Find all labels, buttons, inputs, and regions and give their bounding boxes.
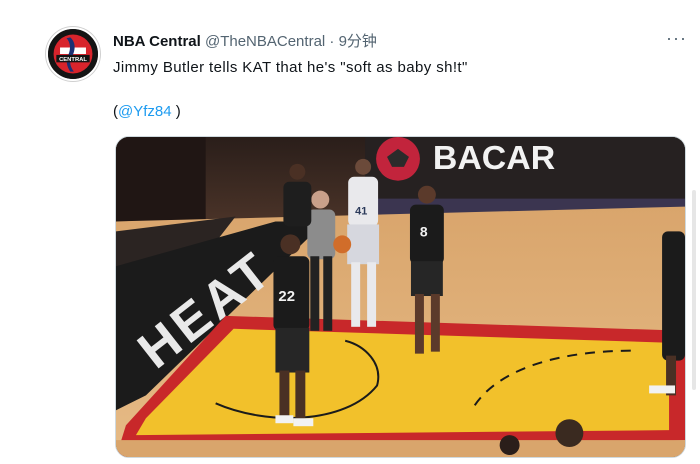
avatar-logo-text: CENTRAL [59, 57, 87, 63]
mention-link[interactable]: @Yfz84 [118, 103, 172, 120]
author-name[interactable]: NBA Central [113, 33, 201, 50]
header-separator: · [329, 33, 335, 50]
jersey-number-22: 22 [278, 288, 295, 305]
basketball-icon [333, 235, 352, 254]
tweet-timestamp[interactable]: 9分钟 [339, 33, 377, 50]
tweet-header: NBA Central @TheNBACentral · 9分钟 [113, 30, 377, 51]
author-handle[interactable]: @TheNBACentral [205, 33, 325, 50]
jersey-number-8: 8 [420, 223, 428, 239]
tweet-card[interactable]: CENTRAL NBA Central @TheNBACentral · 9分钟… [0, 0, 700, 464]
tweet-video[interactable]: BACAR HEAT 41 8 22 [115, 136, 686, 458]
mention-close-paren: ) [175, 103, 181, 120]
jersey-number-41: 41 [355, 206, 367, 218]
tweet-mention-line: (@Yfz84 ) [113, 103, 181, 120]
video-frame: BACAR HEAT 41 8 22 [116, 137, 685, 457]
author-avatar[interactable]: CENTRAL [46, 27, 100, 81]
tweet-text: Jimmy Butler tells KAT that he's "soft a… [113, 59, 468, 76]
nba-central-logo-icon: CENTRAL [48, 29, 98, 79]
more-options-icon[interactable]: ··· [666, 28, 687, 49]
scrollbar[interactable] [692, 190, 696, 390]
banner-text: BACAR [433, 139, 555, 177]
